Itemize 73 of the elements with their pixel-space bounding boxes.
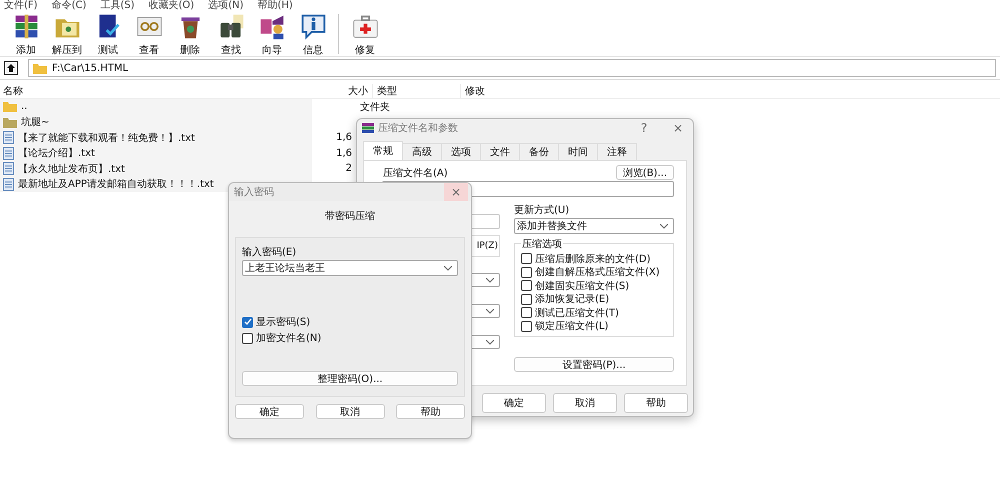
checkbox[interactable]: 锁定压缩文件(L): [521, 320, 667, 332]
toolbar-button[interactable]: 查找: [211, 12, 251, 57]
text-file-icon: [3, 162, 14, 176]
address-field[interactable]: F:\Car\15.HTML: [28, 59, 996, 77]
toolbar-button[interactable]: 修复: [345, 12, 385, 57]
set-password-button[interactable]: 设置密码(P)...: [514, 357, 674, 372]
column-header[interactable]: 大小: [312, 84, 372, 98]
toolbar-button[interactable]: 信息: [293, 12, 333, 57]
toolbar-button[interactable]: 解压到: [47, 12, 87, 57]
chevron-down-icon: [486, 340, 494, 344]
file-size: 1,6: [336, 148, 352, 159]
file-name[interactable]: ..: [21, 101, 28, 112]
checkbox[interactable]: 创建自解压格式压缩文件(X): [521, 266, 667, 278]
dialog-button[interactable]: 帮助: [624, 393, 688, 413]
organize-passwords-button[interactable]: 整理密码(O)...: [242, 371, 458, 386]
chevron-down-icon: [444, 266, 452, 270]
menu-item[interactable]: 选项(N): [208, 0, 244, 12]
checkbox[interactable]: 加密文件名(N): [242, 332, 458, 344]
chevron-down-icon: [486, 278, 494, 282]
file-type: 文件夹: [360, 102, 390, 113]
field-label: 更新方式(U): [514, 204, 570, 217]
checkbox[interactable]: 显示密码(S): [242, 316, 458, 328]
dialog-button[interactable]: 帮助: [396, 404, 465, 419]
chevron-down-icon: [486, 308, 494, 314]
help-button[interactable]: ?: [629, 119, 659, 137]
text-file-icon: [3, 131, 14, 144]
tab[interactable]: 注释: [597, 143, 637, 160]
checkbox[interactable]: 创建固实压缩文件(S): [521, 280, 667, 292]
dialog-button[interactable]: 确定: [482, 393, 546, 413]
dialog-button[interactable]: 取消: [316, 404, 384, 419]
file-size: 1,6: [336, 132, 352, 144]
group-title: 压缩选项: [521, 237, 563, 251]
books-stack-icon: [362, 122, 374, 134]
close-button[interactable]: ×: [663, 119, 693, 137]
file-name[interactable]: 坑腿~: [21, 115, 50, 130]
window-title: 压缩文件名和参数: [378, 122, 459, 135]
menu-item[interactable]: 工具(S): [100, 0, 135, 12]
field-label: 输入密码(E): [242, 246, 298, 259]
checkbox[interactable]: 压缩后删除原来的文件(D): [521, 252, 667, 264]
checkbox[interactable]: 添加恢复记录(E): [521, 293, 667, 305]
close-button[interactable]: ×: [444, 183, 468, 201]
text-file-icon: [3, 146, 14, 160]
menu-item[interactable]: 收藏夹(O): [148, 0, 194, 12]
toolbar-button[interactable]: 添加: [6, 12, 46, 57]
window-title: 输入密码: [234, 186, 275, 199]
toolbar-button[interactable]: 向导: [252, 12, 292, 57]
chevron-down-icon: [660, 224, 668, 228]
folder-icon: [3, 101, 17, 112]
menu-item[interactable]: 帮助(H): [258, 0, 293, 12]
folder-icon: [3, 116, 17, 128]
up-folder-button[interactable]: [4, 61, 18, 75]
tab[interactable]: 常规: [363, 141, 403, 160]
toolbar-button[interactable]: 测试: [88, 12, 128, 57]
menu-item[interactable]: 命令(C): [52, 0, 86, 12]
info-icon: [298, 12, 328, 41]
column-header[interactable]: 类型: [372, 84, 460, 98]
update-mode-dropdown[interactable]: 添加并替换文件: [514, 218, 674, 234]
radio-label[interactable]: IP(Z): [476, 241, 498, 251]
file-size: 2: [346, 163, 352, 174]
toolbar-button[interactable]: 删除: [170, 12, 210, 57]
text-file-icon: [3, 178, 14, 191]
password-field[interactable]: 上老王论坛当老王: [242, 260, 458, 276]
field-label: 压缩文件名(A): [383, 166, 448, 180]
dialog-button[interactable]: 取消: [553, 393, 617, 413]
folder-icon: [33, 62, 47, 74]
check-icon: [244, 318, 252, 326]
browse-button[interactable]: 浏览(B)...: [616, 165, 674, 180]
dialog-heading: 带密码压缩: [325, 210, 375, 221]
column-header[interactable]: 名称: [0, 84, 312, 98]
toolbar-button[interactable]: 查看: [129, 12, 169, 57]
dialog-button[interactable]: 确定: [235, 404, 304, 419]
checkbox[interactable]: 测试已压缩文件(T): [521, 306, 667, 318]
column-header[interactable]: 修改: [460, 84, 539, 98]
